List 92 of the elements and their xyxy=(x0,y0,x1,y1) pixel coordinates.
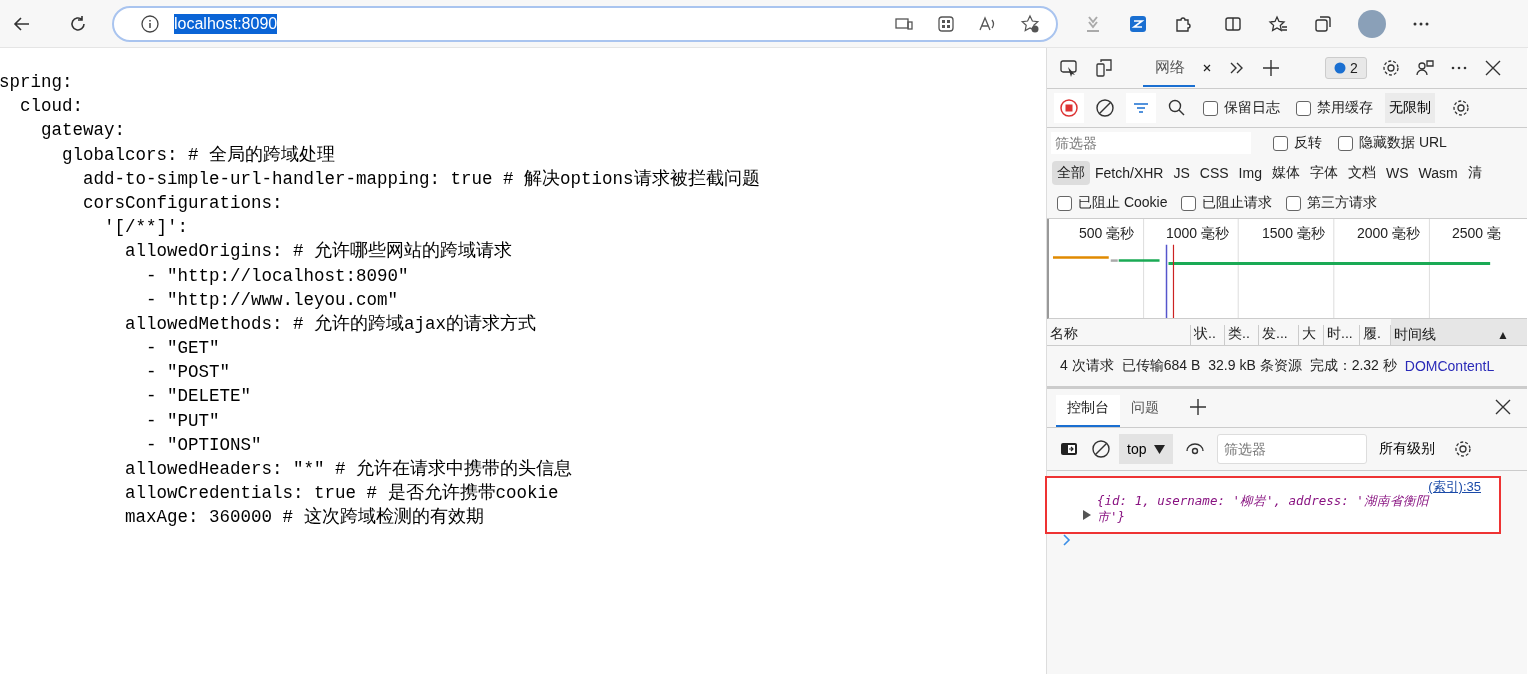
code-line: maxAge: 360000 # 这次跨域检测的有效期 xyxy=(125,507,484,528)
code-line: gateway: xyxy=(41,120,125,141)
checkbox[interactable]: 已阻止 Cookie xyxy=(1057,194,1168,212)
summary-text: 已传输684 B xyxy=(1121,357,1201,375)
type-filter[interactable]: Img xyxy=(1233,162,1267,184)
throttle-dropdown[interactable]: 无限制 xyxy=(1385,93,1435,123)
code-line: - "http://localhost:8090" xyxy=(146,265,409,286)
settings-icon[interactable] xyxy=(1453,439,1474,459)
type-filter[interactable]: 媒体 xyxy=(1266,161,1305,185)
address-bar[interactable]: localhost:8090 xyxy=(112,5,1058,42)
close-icon[interactable] xyxy=(1493,397,1513,417)
checkbox[interactable]: 保留日志 xyxy=(1203,99,1280,117)
type-filter[interactable]: JS xyxy=(1168,162,1195,184)
type-filter[interactable]: Wasm xyxy=(1413,162,1463,184)
sort-arrow[interactable]: ▲ xyxy=(1497,328,1509,342)
plus-icon[interactable] xyxy=(1188,397,1208,417)
checkbox[interactable]: 第三方请求 xyxy=(1286,194,1378,212)
summary-text: 完成：2.32 秒 xyxy=(1309,357,1397,375)
summary-text: 4 次请求 xyxy=(1060,357,1114,375)
settings-icon[interactable] xyxy=(1451,98,1471,118)
grid-icon[interactable] xyxy=(936,13,956,34)
tick-label: 2500 毫 xyxy=(1452,225,1502,243)
caret-icon[interactable] xyxy=(1154,444,1166,454)
reload-icon[interactable] xyxy=(68,13,88,34)
code-line: - "http://www.leyou.com" xyxy=(146,289,399,310)
checkbox[interactable]: 隐藏数据 URL xyxy=(1338,134,1447,152)
collections-icon[interactable] xyxy=(1313,13,1333,34)
info-icon[interactable] xyxy=(140,13,160,34)
star-plus-icon[interactable] xyxy=(1020,13,1040,34)
close-icon[interactable] xyxy=(1201,62,1213,74)
code-line: corsConfigurations: xyxy=(83,192,283,213)
checkbox[interactable]: 反转 xyxy=(1273,134,1322,152)
column-header[interactable]: 时... xyxy=(1324,325,1360,345)
code-line: allowCredentials: true # 是否允许携带cookie xyxy=(125,483,559,504)
code-line: allowedOrigins: # 允许哪些网站的跨域请求 xyxy=(125,241,513,262)
issues-badge[interactable]: 2 xyxy=(1325,57,1367,79)
code-line: - "PUT" xyxy=(146,410,220,431)
inspect-icon[interactable] xyxy=(1059,58,1079,78)
checkbox[interactable]: 禁用缓存 xyxy=(1296,99,1373,117)
tick-label: 2000 毫秒 xyxy=(1357,225,1421,243)
prompt-icon[interactable] xyxy=(1063,534,1071,546)
code-line: spring: xyxy=(0,72,73,92)
feedback-icon[interactable] xyxy=(1414,58,1435,78)
type-filter[interactable]: 文档 xyxy=(1342,161,1381,185)
code-line: allowedMethods: # 允许的跨域ajax的请求方式 xyxy=(125,313,537,334)
tick-label: 1500 毫秒 xyxy=(1262,225,1326,243)
column-header[interactable]: 发... xyxy=(1259,325,1299,345)
source-link[interactable]: (索引):35 xyxy=(1428,478,1481,496)
tick-label: 1000 毫秒 xyxy=(1166,225,1230,243)
column-header[interactable]: 类.. xyxy=(1225,325,1259,345)
type-filter[interactable]: CSS xyxy=(1194,162,1234,184)
tick-label: 500 毫秒 xyxy=(1079,225,1135,243)
url-text: localhost:8090 xyxy=(174,13,278,34)
drawer-tab[interactable]: 问题 xyxy=(1120,399,1170,427)
record-icon[interactable] xyxy=(1054,93,1084,123)
code-line: - "POST" xyxy=(146,362,230,383)
checkbox[interactable]: 已阻止请求 xyxy=(1181,194,1273,212)
expand-triangle-icon[interactable] xyxy=(1083,510,1091,520)
drawer-tab[interactable]: 控制台 xyxy=(1056,395,1120,427)
device-toolbar-icon[interactable] xyxy=(1093,58,1113,78)
favorites-icon[interactable] xyxy=(1268,13,1288,34)
settings-icon[interactable] xyxy=(1380,58,1401,78)
code-line: cloud: xyxy=(20,96,83,117)
search-icon[interactable] xyxy=(1167,98,1187,118)
type-filter[interactable]: 字体 xyxy=(1304,161,1343,185)
extension-icon[interactable] xyxy=(1128,13,1148,34)
filter-field[interactable]: 筛选器 xyxy=(1051,132,1251,154)
code-line: - "GET" xyxy=(146,338,220,359)
code-line: allowedHeaders: "*" # 允许在请求中携带的头信息 xyxy=(125,459,573,479)
filter-icon[interactable] xyxy=(1126,93,1156,123)
type-filter[interactable]: Fetch/XHR xyxy=(1090,162,1169,184)
code-line: - "OPTIONS" xyxy=(146,434,262,455)
console-message: {id: 1, username: '柳岩', address: '湖南省衡阳市'} xyxy=(1097,493,1430,525)
code-line: globalcors: # 全局的跨域处理 xyxy=(62,144,336,165)
clear-icon[interactable] xyxy=(1091,439,1111,459)
plus-icon[interactable] xyxy=(1261,58,1281,78)
summary-text: 32.9 kB 条资源 xyxy=(1208,357,1302,375)
code-line: add-to-simple-url-handler-mapping: true # 解决options请求被拦截问题 xyxy=(83,168,760,189)
code-line: - "DELETE" xyxy=(146,386,252,407)
context-dropdown[interactable]: top xyxy=(1119,434,1174,464)
column-header[interactable]: 大 xyxy=(1299,325,1324,345)
clear-icon[interactable] xyxy=(1095,98,1115,118)
type-filter[interactable]: WS xyxy=(1380,162,1414,184)
type-filter[interactable]: 全部 xyxy=(1052,161,1090,185)
type-filter[interactable]: 清 xyxy=(1462,161,1487,185)
column-header[interactable]: 状.. xyxy=(1191,325,1225,345)
summary-link[interactable]: DOMContentL xyxy=(1404,358,1495,374)
column-header[interactable]: 名称 xyxy=(1047,325,1191,345)
devtools-tab[interactable]: 网络 xyxy=(1143,49,1195,87)
levels-dropdown[interactable]: 所有级别 xyxy=(1379,440,1442,458)
console-filter-field[interactable]: 筛选器 xyxy=(1217,434,1368,464)
code-line: '[/**]': xyxy=(104,217,188,238)
